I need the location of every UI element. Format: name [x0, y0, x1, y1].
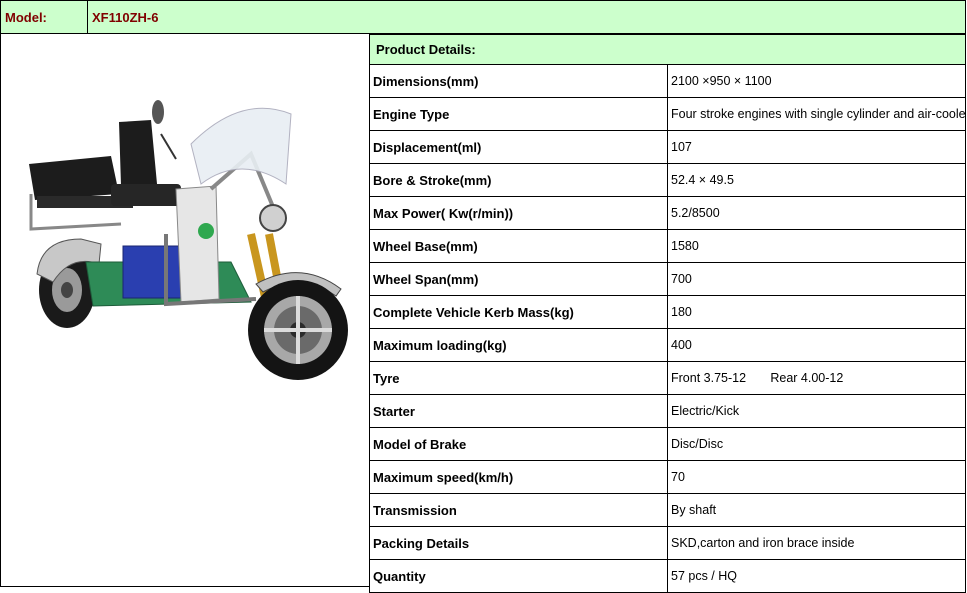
- row-value: Front 3.75-12 Rear 4.00-12: [667, 361, 966, 395]
- table-row: Wheel Base(mm) 1580: [369, 229, 966, 263]
- row-key: Transmission: [369, 493, 668, 527]
- model-header: Model: XF110ZH-6: [0, 0, 966, 34]
- model-label: Model:: [0, 0, 88, 34]
- product-image-cell: [0, 34, 369, 587]
- table-row: Model of Brake Disc/Disc: [369, 427, 966, 461]
- table-row: Tyre Front 3.75-12 Rear 4.00-12: [369, 361, 966, 395]
- row-value: SKD,carton and iron brace inside: [667, 526, 966, 560]
- product-details-table: Product Details: Dimensions(mm) 2100 ×950…: [369, 34, 966, 593]
- row-key: Bore & Stroke(mm): [369, 163, 668, 197]
- row-value: Electric/Kick: [667, 394, 966, 428]
- row-value: By shaft: [667, 493, 966, 527]
- table-row: Engine Type Four stroke engines with sing…: [369, 97, 966, 131]
- table-row: Maximum speed(km/h) 70: [369, 460, 966, 494]
- row-key: Model of Brake: [369, 427, 668, 461]
- table-row: Maximum loading(kg) 400: [369, 328, 966, 362]
- model-value: XF110ZH-6: [87, 0, 966, 34]
- front-wheel: [248, 280, 348, 380]
- row-key: Complete Vehicle Kerb Mass(kg): [369, 295, 668, 329]
- row-value: 5.2/8500: [667, 196, 966, 230]
- row-value: 180: [667, 295, 966, 329]
- row-key: Tyre: [369, 361, 668, 395]
- row-key: Wheel Base(mm): [369, 229, 668, 263]
- row-value: 2100 ×950 × 1100: [667, 64, 966, 98]
- row-value: 52.4 × 49.5: [667, 163, 966, 197]
- row-key: Displacement(ml): [369, 130, 668, 164]
- row-value: 70: [667, 460, 966, 494]
- table-row: Dimensions(mm) 2100 ×950 × 1100: [369, 64, 966, 98]
- row-key: Engine Type: [369, 97, 668, 131]
- row-key: Maximum speed(km/h): [369, 460, 668, 494]
- row-value: Disc/Disc: [667, 427, 966, 461]
- row-key: Starter: [369, 394, 668, 428]
- row-key: Maximum loading(kg): [369, 328, 668, 362]
- table-row: Displacement(ml) 107: [369, 130, 966, 164]
- row-key: Wheel Span(mm): [369, 262, 668, 296]
- row-value: 1580: [667, 229, 966, 263]
- tricycle-image: [29, 100, 348, 380]
- table-row: Complete Vehicle Kerb Mass(kg) 180: [369, 295, 966, 329]
- row-value: 107: [667, 130, 966, 164]
- table-row: Max Power( Kw(r/min)) 5.2/8500: [369, 196, 966, 230]
- row-value: 700: [667, 262, 966, 296]
- row-key: Dimensions(mm): [369, 64, 668, 98]
- row-value: Four stroke engines with single cylinder…: [667, 97, 966, 131]
- product-details-title: Product Details:: [369, 34, 966, 65]
- table-row: Packing Details SKD,carton and iron brace…: [369, 526, 966, 560]
- row-key: Packing Details: [369, 526, 668, 560]
- table-row: Starter Electric/Kick: [369, 394, 966, 428]
- table-row: Bore & Stroke(mm) 52.4 × 49.5: [369, 163, 966, 197]
- row-key: Max Power( Kw(r/min)): [369, 196, 668, 230]
- table-row: Wheel Span(mm) 700: [369, 262, 966, 296]
- row-value: 400: [667, 328, 966, 362]
- table-row: Transmission By shaft: [369, 493, 966, 527]
